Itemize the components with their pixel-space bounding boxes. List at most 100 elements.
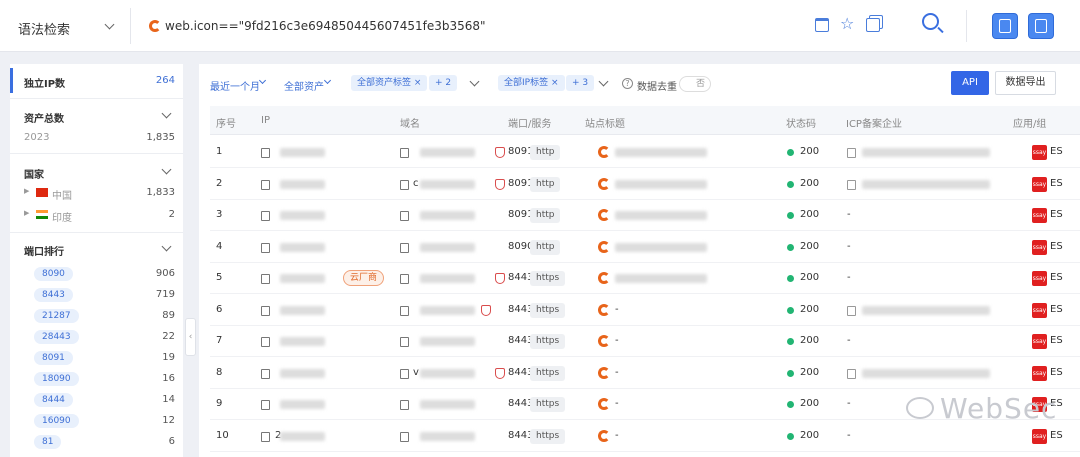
table-row[interactable]: 3 8091 http 200- ssay ES [210,200,1080,231]
protocol-badge[interactable]: https [530,334,566,349]
close-icon[interactable]: × [414,78,422,88]
chevron-down-icon[interactable] [323,76,332,85]
year-label[interactable]: 2023 [24,132,49,143]
app-name[interactable]: ES [1050,304,1063,315]
protocol-badge[interactable]: https [530,428,566,444]
site-title[interactable]: - [615,367,619,378]
query-input[interactable]: web.icon=="9fd216c3e694850445607451fe3b3… [165,19,486,33]
domain-link-icon[interactable] [400,242,409,253]
domain-link-icon[interactable] [400,368,409,379]
protocol-badge[interactable]: http [530,239,561,255]
domain-link-icon[interactable] [400,148,409,158]
caret-right-icon[interactable]: ▶ [24,187,29,195]
export-button[interactable]: 数据导出 [995,71,1056,95]
table-row[interactable]: 4 8090 http 200- ssay ES [210,232,1080,263]
app-name[interactable]: ES [1050,430,1063,441]
app-name[interactable]: ES [1050,335,1063,346]
col-port[interactable]: 端口/服务 [508,115,551,130]
domain-link-icon[interactable] [400,305,409,316]
chevron-down-icon[interactable] [161,164,172,175]
protocol-badge[interactable]: http [530,145,561,160]
domain-text[interactable]: c [413,178,419,189]
col-status[interactable]: 状态码 [786,115,816,130]
domain-link-icon[interactable] [400,400,409,410]
domain-link-icon[interactable] [400,337,409,347]
port-chip[interactable]: 8090 [34,267,73,281]
port-chip[interactable]: 28443 [34,330,79,344]
ip-icon[interactable] [261,400,270,410]
chevron-down-icon[interactable] [469,76,480,87]
port-chip[interactable]: 8443 [34,288,73,302]
asset-filter[interactable]: 全部资产 [284,78,324,93]
domain-link-icon[interactable] [400,274,409,284]
chevron-down-icon[interactable] [258,76,267,85]
ip-icon[interactable] [261,305,270,316]
port-chip[interactable]: 81 [34,435,62,449]
caret-right-icon[interactable]: ▶ [24,209,29,217]
protocol-badge[interactable]: http [530,176,561,192]
profile-icon[interactable] [993,14,1017,38]
port-chip[interactable]: 8091 [34,351,73,365]
table-row[interactable]: 5 云厂商 8443 https 200- ssay ES [210,263,1080,294]
assets-title[interactable]: 资产总数 [24,110,64,125]
ip-tag-chip[interactable]: 全部IP标签 × [498,75,565,91]
domain-text[interactable]: v [413,367,419,378]
country-title[interactable]: 国家 [24,166,44,181]
search-mode-select[interactable]: 语法检索 [18,19,70,38]
asset-tag-more[interactable]: + 2 [429,75,458,91]
api-button[interactable]: API [951,71,989,95]
country-item-label[interactable]: 中国 [52,187,72,202]
port-chip[interactable]: 16090 [34,414,79,428]
col-icp[interactable]: ICP备案企业 [846,115,902,130]
app-name[interactable]: ES [1050,272,1063,283]
table-row[interactable]: 1 8091 http 200 ssay ES [210,137,1080,168]
col-domain[interactable]: 域名 [400,115,420,130]
ip-tag-more[interactable]: + 3 [566,75,595,91]
port-rank-title[interactable]: 端口排行 [24,243,64,258]
close-icon[interactable]: × [551,78,559,88]
table-row[interactable]: 6 8443 https -200 ssay ES [210,295,1080,326]
domain-link-icon[interactable] [400,431,409,442]
port-chip[interactable]: 21287 [34,309,79,323]
ip-icon[interactable] [261,368,270,379]
col-app[interactable]: 应用/组 [1013,115,1046,130]
copy-icon[interactable] [866,18,880,32]
star-icon[interactable]: ☆ [840,14,854,33]
help-icon[interactable]: ? [622,78,633,89]
table-row[interactable]: 7 8443 https -200- ssay ES [210,326,1080,357]
app-name[interactable]: ES [1050,178,1063,189]
ip-icon[interactable] [261,242,270,253]
col-ip[interactable]: IP [261,115,270,126]
dedupe-toggle[interactable]: 否 [679,76,711,92]
ip-icon[interactable] [261,179,270,190]
site-title[interactable]: - [615,430,619,441]
search-handle[interactable] [937,26,944,34]
time-filter[interactable]: 最近一个月 [210,78,260,93]
trash-icon[interactable] [815,18,829,32]
protocol-badge[interactable]: https [530,365,566,381]
chevron-down-icon[interactable] [161,108,172,119]
site-title[interactable]: - [615,398,619,409]
sidebar-collapse-toggle[interactable]: ‹ [185,318,196,356]
chevron-down-icon[interactable] [104,19,115,30]
app-name[interactable]: ES [1050,146,1063,157]
ip-icon[interactable] [261,337,270,347]
asset-tag-chip[interactable]: 全部资产标签 × [351,75,428,91]
ip-icon[interactable] [261,274,270,284]
table-row[interactable]: 8 v 8443 https -200 ssay ES [210,358,1080,389]
ip-icon[interactable] [261,148,270,158]
site-title[interactable]: - [615,335,619,346]
chevron-down-icon[interactable] [598,76,609,87]
domain-link-icon[interactable] [400,211,409,221]
table-row[interactable]: 2 c 8091 http 200 ssay ES [210,169,1080,200]
protocol-badge[interactable]: http [530,208,561,223]
chevron-down-icon[interactable] [161,241,172,252]
app-name[interactable]: ES [1050,367,1063,378]
domain-link-icon[interactable] [400,179,409,190]
ip-icon[interactable] [261,211,270,221]
unique-ip-label[interactable]: 独立IP数 [24,75,65,90]
protocol-badge[interactable]: https [530,397,566,412]
ip-icon[interactable] [261,431,270,442]
site-title[interactable]: - [615,304,619,315]
country-item-label[interactable]: 印度 [52,209,72,224]
